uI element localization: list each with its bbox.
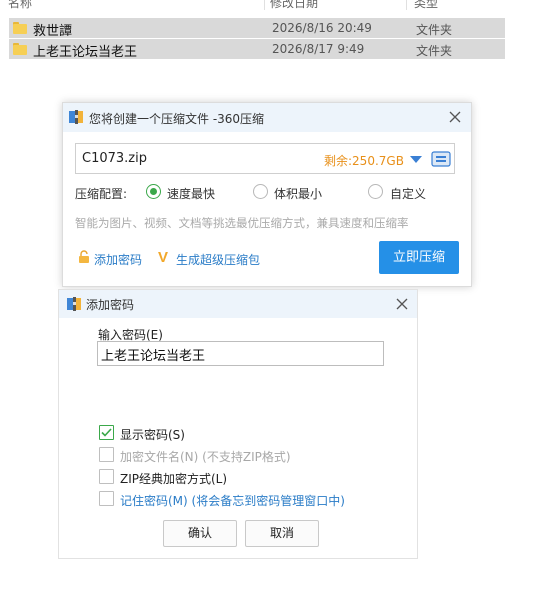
remember-password-label[interactable]: 记住密码(M) (将会备忘到密码管理窗口中) bbox=[120, 492, 345, 509]
dialog-title: 您将创建一个压缩文件 -360压缩 bbox=[89, 112, 265, 126]
file-name: 救世譚 bbox=[33, 24, 73, 39]
mode-description: 智能为图片、视频、文档等挑选最优压缩方式，兼具速度和压缩率 bbox=[75, 216, 409, 230]
super-archive-link[interactable]: 生成超级压缩包 bbox=[176, 251, 260, 268]
confirm-button[interactable]: 确认 bbox=[163, 520, 237, 547]
cancel-button[interactable]: 取消 bbox=[245, 520, 319, 547]
file-date: 2026/8/16 20:49 bbox=[272, 21, 372, 35]
free-space-label: 剩余:250.7GB bbox=[324, 154, 404, 168]
add-password-dialog: 添加密码 输入密码(E) 上老王论坛当老王 显示密码(S) 加密文件名(N) (… bbox=[58, 289, 418, 559]
add-password-link[interactable]: 添加密码 bbox=[94, 251, 142, 268]
column-divider[interactable] bbox=[406, 0, 407, 10]
close-button[interactable] bbox=[447, 109, 463, 125]
compress-now-button[interactable]: 立即压缩 bbox=[379, 241, 459, 274]
file-name: 上老王论坛当老王 bbox=[33, 45, 138, 60]
zip-classic-encryption-checkbox[interactable] bbox=[99, 469, 114, 484]
show-password-checkbox[interactable] bbox=[99, 425, 114, 440]
remember-password-checkbox[interactable] bbox=[99, 491, 114, 506]
browse-folder-icon[interactable] bbox=[431, 150, 451, 168]
file-type: 文件夹 bbox=[416, 44, 453, 58]
close-icon bbox=[449, 111, 461, 123]
show-password-label[interactable]: 显示密码(S) bbox=[120, 426, 185, 443]
chevron-down-icon[interactable] bbox=[410, 156, 422, 163]
dialog-titlebar[interactable]: 您将创建一个压缩文件 -360压缩 bbox=[63, 103, 471, 132]
file-row[interactable]: 上老王论坛当老王 2026/8/17 9:49 文件夹 bbox=[9, 39, 505, 60]
close-icon bbox=[396, 298, 408, 310]
file-row[interactable]: 救世譚 2026/8/16 20:49 文件夹 bbox=[9, 18, 505, 39]
archive-app-icon bbox=[69, 110, 83, 124]
radio-custom-label[interactable]: 自定义 bbox=[390, 185, 426, 202]
compression-config-label: 压缩配置: bbox=[75, 187, 128, 201]
radio-smallest[interactable] bbox=[253, 184, 268, 199]
file-explorer: 名称 修改日期 类型 救世譚 2026/8/16 20:49 文件夹 上老王论坛… bbox=[0, 0, 548, 62]
file-type: 文件夹 bbox=[416, 23, 453, 37]
archive-filename-value[interactable]: C1073.zip bbox=[82, 151, 147, 166]
archive-filename-field[interactable]: C1073.zip 剩余:250.7GB bbox=[75, 143, 455, 174]
dialog-titlebar[interactable]: 添加密码 bbox=[59, 290, 417, 318]
close-button[interactable] bbox=[394, 296, 410, 312]
radio-fastest-label[interactable]: 速度最快 bbox=[167, 185, 215, 202]
folder-icon bbox=[13, 43, 27, 55]
password-input[interactable]: 上老王论坛当老王 bbox=[97, 341, 384, 366]
file-date: 2026/8/17 9:49 bbox=[272, 42, 365, 56]
radio-fastest[interactable] bbox=[146, 184, 161, 199]
zip-classic-encryption-label[interactable]: ZIP经典加密方式(L) bbox=[120, 470, 227, 487]
screen: 名称 修改日期 类型 救世譚 2026/8/16 20:49 文件夹 上老王论坛… bbox=[0, 0, 548, 590]
radio-custom[interactable] bbox=[368, 184, 383, 199]
column-type[interactable]: 类型 bbox=[414, 0, 438, 11]
check-icon bbox=[101, 428, 112, 437]
archive-app-icon bbox=[67, 297, 81, 311]
dialog-title: 添加密码 bbox=[86, 298, 135, 312]
vip-icon: V bbox=[158, 249, 169, 266]
encrypt-filenames-label[interactable]: 加密文件名(N) (不支持ZIP格式) bbox=[120, 448, 291, 465]
column-header: 名称 修改日期 类型 bbox=[0, 0, 505, 11]
lock-icon[interactable] bbox=[77, 250, 91, 264]
radio-smallest-label[interactable]: 体积最小 bbox=[274, 185, 322, 202]
create-archive-dialog: 您将创建一个压缩文件 -360压缩 C1073.zip 剩余:250.7GB 压… bbox=[62, 102, 472, 287]
column-date[interactable]: 修改日期 bbox=[270, 0, 318, 11]
encrypt-filenames-checkbox[interactable] bbox=[99, 447, 114, 462]
folder-icon bbox=[13, 22, 27, 34]
column-name[interactable]: 名称 bbox=[8, 0, 32, 11]
column-divider[interactable] bbox=[264, 0, 265, 10]
